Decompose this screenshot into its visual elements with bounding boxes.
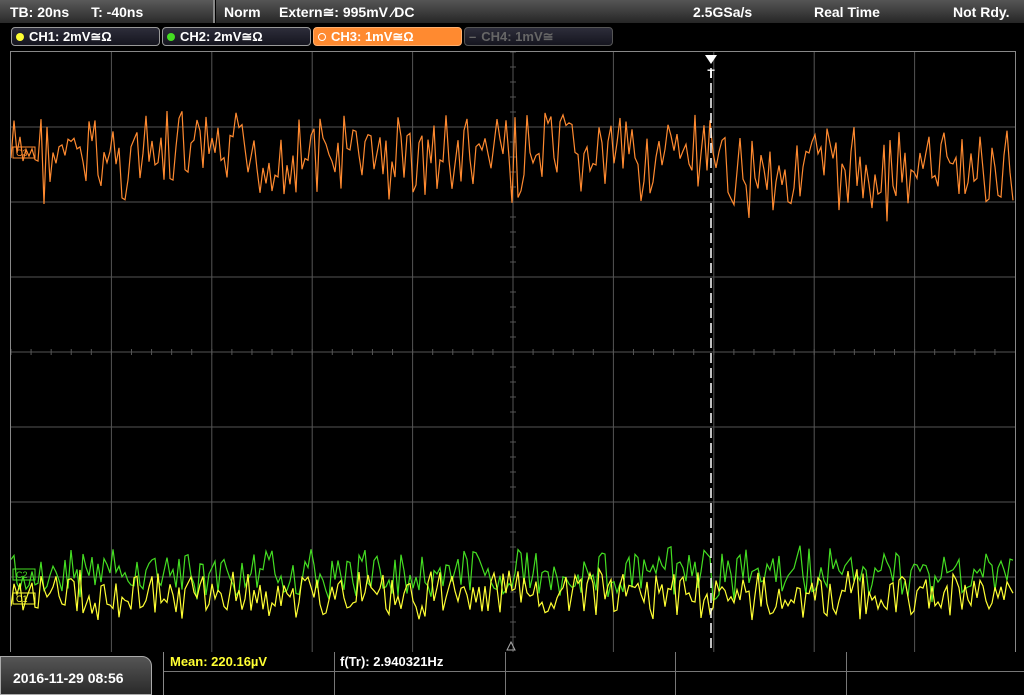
position-arrow-icon (506, 640, 516, 651)
channel-3-button[interactable]: CH3: 1mV≅Ω (313, 27, 462, 46)
channel-bar: CH1: 2mV≅Ω CH2: 2mV≅Ω CH3: 1mV≅Ω – CH4: … (0, 25, 1024, 49)
ch2-dot-icon (167, 32, 175, 41)
channel-3-label: CH3: 1mV≅Ω (331, 28, 414, 44)
trigger-marker: T (707, 67, 715, 81)
waveform-canvas: T C3 C2 C1 (10, 51, 1015, 652)
datetime-box[interactable]: 2016-11-29 08:56 (0, 656, 152, 695)
sample-rate: 2.5GSa/s (693, 4, 753, 20)
waveform-display[interactable]: T C3 C2 C1 (10, 51, 1016, 653)
acquisition-panel[interactable]: Norm Extern≅: 995mV ⁄DC 2.5GSa/s Real Ti… (216, 0, 1024, 23)
measurement-row (164, 652, 1024, 672)
frequency-measurement: f(Tr): 2.940321Hz (340, 654, 444, 669)
channel-4-button[interactable]: – CH4: 1mV≅ (464, 27, 613, 46)
mean-measurement: Mean: 220.16µV (170, 654, 268, 669)
timebase-value: TB: 20ns (10, 3, 70, 20)
ch3-offset-marker: C3 (16, 148, 28, 158)
ch1-dot-icon (16, 32, 24, 41)
datetime: 2016-11-29 08:56 (13, 670, 124, 686)
ch3-trace (10, 110, 1014, 222)
trigger-source: Extern≅: 995mV ⁄DC (279, 4, 415, 20)
trigger-time-value: T: -40ns (91, 3, 144, 20)
run-state: Not Rdy. (953, 4, 1010, 20)
channel-2-button[interactable]: CH2: 2mV≅Ω (162, 27, 311, 46)
measurement-table[interactable]: Mean: 220.16µV f(Tr): 2.940321Hz (163, 652, 1024, 695)
trigger-arrow-icon[interactable] (705, 55, 717, 64)
ch4-dash-icon: – (469, 29, 477, 44)
channel-4-label: CH4: 1mV≅ (481, 28, 554, 44)
status-bar: TB: 20ns T: -40ns Norm Extern≅: 995mV ⁄D… (0, 0, 1024, 24)
timebase-panel[interactable]: TB: 20ns T: -40ns (0, 0, 215, 23)
channel-1-button[interactable]: CH1: 2mV≅Ω (11, 27, 160, 46)
footer: 2016-11-29 08:56 Mean: 220.16µV f(Tr): 2… (0, 652, 1024, 695)
channel-2-label: CH2: 2mV≅Ω (180, 28, 263, 44)
trigger-mode: Norm (224, 4, 261, 20)
ch1-offset-marker: C1 (16, 594, 28, 604)
channel-1-label: CH1: 2mV≅Ω (29, 28, 112, 44)
acquisition-mode: Real Time (814, 4, 880, 20)
ch3-dot-icon (318, 32, 326, 41)
ch2-offset-marker: C2 (16, 570, 28, 580)
